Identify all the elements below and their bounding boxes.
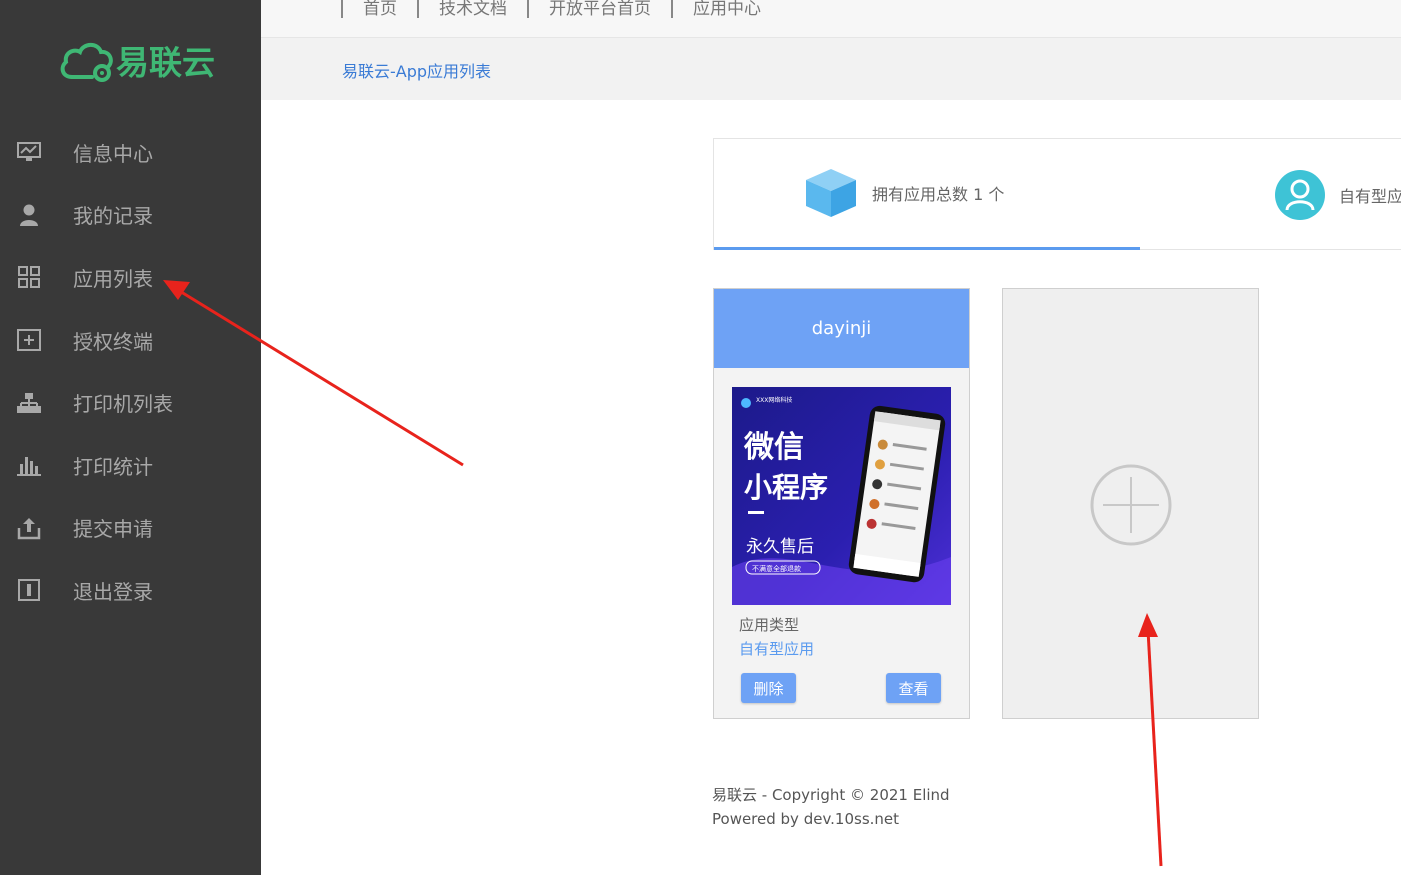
delete-button[interactable]: 删除: [741, 673, 796, 703]
upload-icon: [17, 516, 41, 540]
sidebar-item-print-statistics[interactable]: 打印统计: [0, 434, 261, 497]
topnav-link-open-platform[interactable]: 开放平台首页: [529, 0, 671, 19]
sidebar-nav: 信息中心 我的记录 应用列表 授权终端 打印机列表 打印统计 提交申请 退出登录: [0, 121, 261, 622]
app-card: dayinji XXX网络科技 微信 小程序 永久售后 不满意全部退款 应用类型…: [713, 288, 970, 719]
add-circle-icon: [1090, 464, 1172, 546]
breadcrumb-bar: 易联云-App应用列表: [261, 38, 1401, 100]
topnav-link-home[interactable]: 首页: [343, 0, 417, 19]
stat-total-apps[interactable]: 拥有应用总数 1 个: [804, 167, 1004, 219]
app-thumbnail[interactable]: XXX网络科技 微信 小程序 永久售后 不满意全部退款: [732, 387, 951, 605]
app-card-title: dayinji: [714, 289, 969, 368]
sitemap-icon: [17, 391, 41, 415]
sidebar-item-label: 打印统计: [73, 454, 153, 479]
thumb-company: XXX网络科技: [756, 396, 792, 404]
footer: 易联云 - Copyright © 2021 Elind Powered by …: [712, 783, 950, 831]
logo[interactable]: 易联云: [58, 36, 215, 84]
powered-by-text: Powered by dev.10ss.net: [712, 810, 900, 828]
view-button[interactable]: 查看: [886, 673, 941, 703]
stats-panel: 拥有应用总数 1 个 自有型应用: [713, 138, 1401, 250]
copyright-text: 易联云 - Copyright © 2021 Elind: [712, 786, 950, 804]
plus-box-icon: [17, 328, 41, 352]
sidebar-item-printer-list[interactable]: 打印机列表: [0, 371, 261, 434]
sidebar-item-my-records[interactable]: 我的记录: [0, 184, 261, 247]
sidebar-item-app-list[interactable]: 应用列表: [0, 246, 261, 309]
grid-icon: [17, 265, 41, 289]
sidebar-item-logout[interactable]: 退出登录: [0, 559, 261, 622]
sidebar-item-label: 我的记录: [73, 204, 153, 229]
cloud-logo-icon: [60, 42, 113, 82]
topnav-link-app-center[interactable]: 应用中心: [673, 0, 781, 19]
sidebar-item-label: 提交申请: [73, 517, 153, 542]
thumb-line2: 小程序: [744, 471, 828, 504]
stat-own-type[interactable]: 自有型应用: [1275, 170, 1401, 220]
thumb-badge: 不满意全部退款: [752, 564, 801, 573]
add-app-card[interactable]: [1002, 288, 1259, 719]
logo-text: 易联云: [116, 43, 215, 82]
sidebar-item-label: 退出登录: [73, 579, 153, 604]
active-tab-indicator: [714, 247, 1140, 250]
monitor-icon: [17, 140, 41, 164]
bar-chart-icon: [17, 453, 41, 477]
top-navigation: 首页 技术文档 开放平台首页 应用中心: [261, 0, 1401, 38]
sidebar-item-submit-application[interactable]: 提交申请: [0, 497, 261, 560]
sidebar-item-info-center[interactable]: 信息中心: [0, 121, 261, 184]
stat-total-apps-label: 拥有应用总数 1 个: [872, 185, 1005, 204]
sidebar-item-label: 授权终端: [73, 329, 153, 354]
cube-icon: [806, 169, 856, 217]
thumb-line3: 永久售后: [746, 537, 814, 557]
user-circle-icon: [1275, 170, 1325, 220]
breadcrumb[interactable]: 易联云-App应用列表: [342, 58, 491, 82]
user-icon: [17, 203, 41, 227]
app-type-label: 应用类型: [739, 616, 800, 634]
topnav-link-docs[interactable]: 技术文档: [419, 0, 527, 19]
sidebar-item-label: 应用列表: [73, 266, 153, 291]
stat-own-type-label: 自有型应用: [1339, 187, 1401, 206]
sidebar: 易联云 信息中心 我的记录 应用列表 授权终端 打印机列表 打印统计 提交申请 …: [0, 0, 261, 875]
logout-icon: [17, 578, 41, 602]
sidebar-item-authorized-terminal[interactable]: 授权终端: [0, 309, 261, 372]
sidebar-item-label: 打印机列表: [73, 392, 173, 417]
thumb-line1: 微信: [743, 430, 804, 465]
sidebar-item-label: 信息中心: [73, 141, 153, 166]
app-type-value: 自有型应用: [739, 640, 815, 658]
